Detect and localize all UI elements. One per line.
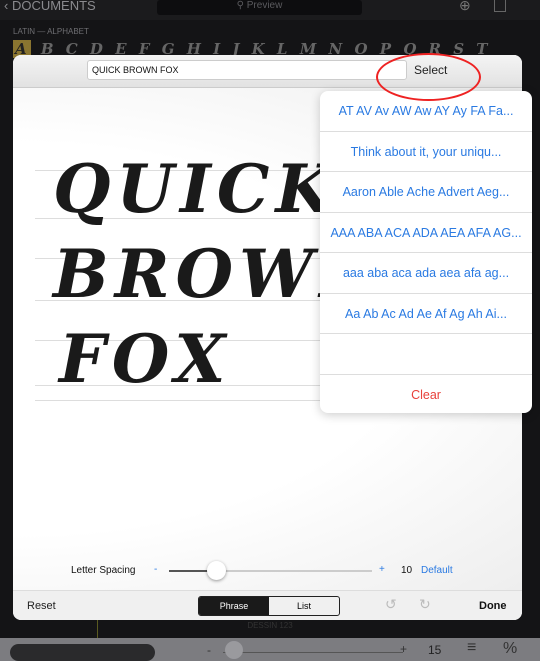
tab-phrase[interactable]: Phrase [199, 597, 269, 615]
default-button[interactable]: Default [421, 565, 453, 576]
popover-item[interactable]: aaa aba aca ada aea afa ag... [320, 253, 532, 294]
decrease-button[interactable]: - [154, 564, 157, 575]
increase-button[interactable]: + [379, 564, 385, 575]
size-slider-thumb[interactable] [225, 641, 243, 659]
letter-spacing-slider[interactable] [169, 561, 372, 580]
modal-footer: Reset Phrase List ↺ ↻ Done [13, 590, 522, 620]
section-label: LATIN — ALPHABET [13, 27, 89, 36]
done-button[interactable]: Done [479, 600, 507, 612]
popover-item[interactable]: Aaron Able Ache Advert Aeg... [320, 172, 532, 213]
letter-spacing-row: Letter Spacing - + 10 Default [13, 555, 522, 585]
mode-segmented-control: Phrase List [198, 596, 340, 616]
top-bar: ‹ DOCUMENTS ⚲ Preview ⊕ [0, 0, 540, 20]
back-button[interactable]: ‹ DOCUMENTS [4, 0, 96, 13]
tab-list[interactable]: List [269, 597, 339, 615]
select-popover: AT AV Av AW Aw AY Ay FA Fa... Think abou… [320, 91, 532, 413]
popover-item[interactable]: Aa Ab Ac Ad Ae Af Ag Ah Ai... [320, 294, 532, 334]
zoom-increase[interactable]: + [400, 642, 407, 656]
popover-item[interactable]: Think about it, your uniqu... [320, 132, 532, 172]
annotation-circle [376, 53, 481, 101]
background-label: DESSIN 123 [247, 621, 293, 630]
search-field[interactable]: ⚲ Preview [157, 0, 362, 15]
zoom-decrease[interactable]: - [207, 643, 211, 657]
search-placeholder: Preview [246, 0, 283, 11]
slider-thumb[interactable] [207, 561, 226, 580]
redo-icon[interactable]: ↻ [419, 596, 431, 613]
preview-line: QUICK [53, 150, 339, 228]
undo-icon[interactable]: ↺ [385, 596, 397, 613]
reset-button[interactable]: Reset [27, 600, 56, 612]
menu-icon[interactable]: ≡ [467, 639, 476, 657]
preview-line: FOX [59, 320, 232, 398]
percent-icon[interactable]: % [503, 640, 517, 658]
popover-item[interactable]: AAA ABA ACA ADA AEA AFA AG... [320, 213, 532, 253]
letter-spacing-value: 10 [401, 565, 413, 576]
back-label: DOCUMENTS [11, 0, 96, 13]
popover-empty-item [320, 334, 532, 375]
guide-line [35, 400, 335, 401]
size-slider[interactable] [223, 652, 403, 653]
clear-button[interactable]: Clear [320, 375, 532, 416]
toolbar-pill[interactable] [10, 644, 155, 661]
size-value: 15 [428, 643, 442, 657]
globe-icon[interactable]: ⊕ [459, 0, 471, 14]
bottom-toolbar: - + 15 ≡ % [0, 638, 540, 661]
letter-spacing-label: Letter Spacing [71, 565, 136, 576]
phrase-input[interactable]: QUICK BROWN FOX [87, 60, 407, 80]
share-icon[interactable] [494, 0, 506, 12]
